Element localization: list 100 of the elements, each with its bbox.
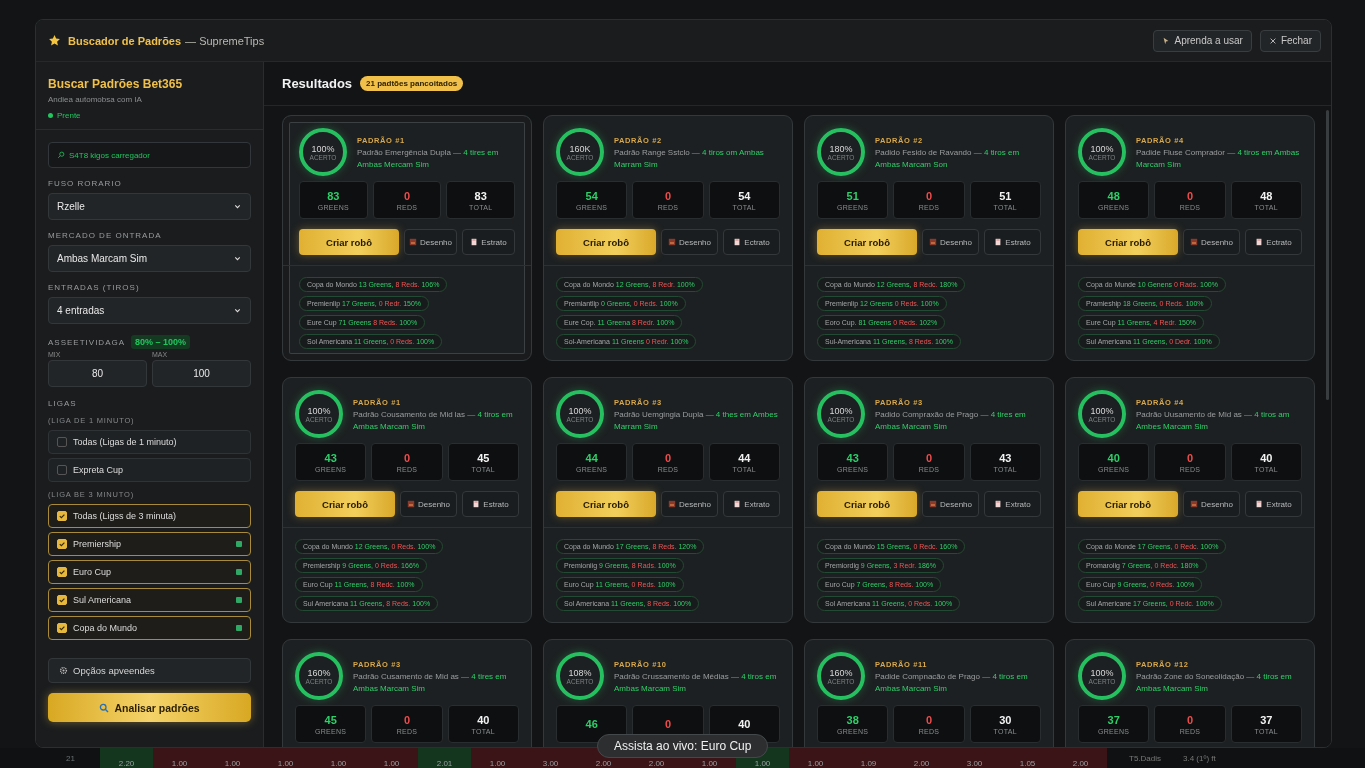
league-option[interactable]: Todas (Ligss de 3 minuta) [48, 504, 251, 528]
checkbox[interactable] [57, 623, 67, 633]
pattern-card[interactable] [282, 377, 532, 623]
create-robot-button[interactable]: Criar robô [295, 491, 395, 517]
odds-cell: 2.00 [1054, 748, 1107, 768]
league-option[interactable]: Todas (Ligas de 1 minuto) [48, 430, 251, 454]
statement-button[interactable]: Ectrato [1245, 229, 1302, 255]
count-badge: 21 padtões pancoitados [360, 76, 464, 91]
stat-value: 45 [324, 713, 337, 726]
odds-cell: 3.00 [948, 748, 1001, 768]
drawing-button[interactable]: Desenho [922, 229, 979, 255]
stat-value: 51 [846, 189, 859, 202]
score-value: 100% [829, 405, 853, 416]
pattern-description: Padrão Cusamento de Mid as — 4 tires em Ambas Marcam Sim [353, 671, 508, 695]
score-value: 160% [307, 667, 331, 678]
select-field[interactable]: Rzelle [48, 193, 251, 220]
league-option[interactable]: Sul Americana [48, 588, 251, 612]
create-robot-button[interactable]: Criar robô [817, 229, 917, 255]
input-field[interactable]: 80 [48, 360, 147, 387]
document-icon [733, 500, 742, 508]
statement-button[interactable]: Estrato [462, 229, 515, 255]
help-button[interactable]: Aprenda a usar [1153, 29, 1252, 52]
close-button[interactable]: Fechar [1259, 29, 1321, 52]
field-label: MERCADO DE ONTRADA [48, 231, 163, 240]
close-icon [1268, 36, 1277, 45]
pattern-card[interactable] [543, 115, 793, 361]
checkbox[interactable] [57, 567, 67, 577]
create-robot-button[interactable]: Criar robô [817, 491, 917, 517]
pattern-card[interactable] [1065, 377, 1315, 623]
pattern-card[interactable] [804, 377, 1054, 623]
create-robot-button[interactable]: Criar robô [299, 229, 399, 255]
odds-cell: 3.00 [524, 748, 577, 768]
drawing-button[interactable]: Desenho [922, 491, 979, 517]
score-value: 100% [568, 405, 592, 416]
score-value: 100% [1090, 143, 1114, 154]
statement-button[interactable]: Estrato [984, 229, 1041, 255]
pattern-card[interactable] [543, 377, 793, 623]
create-robot-button[interactable]: Criar robô [556, 491, 656, 517]
statement-button[interactable]: Ectrato [723, 229, 780, 255]
league-option[interactable]: Expreta Cup [48, 458, 251, 482]
statement-button[interactable]: Extrato [1245, 491, 1302, 517]
pattern-card[interactable] [1065, 115, 1315, 361]
pattern-description: Padido Fesido de Ravando — 4 tiros em Ambas Marcam Son [875, 147, 1021, 171]
stat-value: 0 [1186, 713, 1194, 726]
score-value: 180% [829, 143, 853, 154]
document-icon [1255, 238, 1264, 246]
stat-value: 38 [846, 713, 859, 726]
image-icon [1190, 238, 1198, 246]
stat-value: 83 [327, 189, 340, 202]
document-icon [994, 500, 1003, 508]
drawing-button[interactable]: Desenho [661, 229, 718, 255]
statement-button[interactable]: Estrato [462, 491, 519, 517]
document-icon [733, 238, 742, 246]
image-icon [1190, 500, 1198, 508]
analyze-button[interactable]: Analisar padrões [48, 693, 251, 722]
scrollbar[interactable] [1326, 110, 1329, 400]
drawing-button[interactable]: Desenho [1183, 229, 1240, 255]
stat-value: 0 [925, 451, 933, 464]
drawing-button[interactable]: Desenho [1183, 491, 1240, 517]
create-robot-button[interactable]: Criar robô [1078, 491, 1178, 517]
input-field[interactable]: 100 [152, 360, 251, 387]
stat-value: 37 [1260, 713, 1273, 726]
pattern-card[interactable] [282, 115, 532, 361]
select-field[interactable]: 4 entradas [48, 297, 251, 324]
drawing-button[interactable]: Desenho [404, 229, 457, 255]
stat-value: 0 [925, 713, 933, 726]
stat-value: 40 [1260, 451, 1273, 464]
checkbox[interactable] [57, 437, 67, 447]
checkbox[interactable] [57, 511, 67, 521]
score-value: 100% [1090, 405, 1114, 416]
select-field[interactable]: Ambas Marcam Sim [48, 245, 251, 272]
league-option[interactable]: Euro Cup [48, 560, 251, 584]
sidebar-title: Buscar Padrões Bet365 [48, 77, 184, 91]
create-robot-button[interactable]: Criar robô [1078, 229, 1178, 255]
create-robot-button[interactable]: Criar robô [556, 229, 656, 255]
statement-button[interactable]: Extrato [984, 491, 1041, 517]
status-dot [48, 113, 53, 118]
stat-value: 83 [474, 189, 487, 202]
sidebar-subtitle: Andiea automobsa com IA [48, 95, 143, 104]
results-title: Resultados [282, 76, 353, 91]
stat-value: 0 [403, 451, 411, 464]
checkbox[interactable] [57, 595, 67, 605]
row-text: T5.Dadis [1129, 753, 1161, 763]
league-option[interactable]: Copa do Mundo [48, 616, 251, 640]
image-icon [929, 500, 937, 508]
pattern-card[interactable] [804, 115, 1054, 361]
chevron-icon [233, 254, 242, 263]
pattern-description: Padrão Uusamento de Mid as — 4 tiros am Ambes Marcam Sim [1136, 409, 1291, 433]
drawing-button[interactable]: Desenho [661, 491, 718, 517]
checkbox[interactable] [57, 465, 67, 475]
drawing-button[interactable]: Desenho [400, 491, 457, 517]
stat-value: 40 [477, 713, 490, 726]
statement-button[interactable]: Extrato [723, 491, 780, 517]
pattern-description: Padrão Emergência Dupla — 4 tires em Ambas Mercam Sim [357, 147, 500, 171]
odds-cell: 1.09 [842, 748, 895, 768]
league-option[interactable]: Premiership [48, 532, 251, 556]
settings-icon [59, 666, 68, 675]
checkbox[interactable] [57, 539, 67, 549]
advanced-options-button[interactable]: Opçãos apveendes [48, 658, 251, 683]
image-icon [409, 238, 417, 246]
